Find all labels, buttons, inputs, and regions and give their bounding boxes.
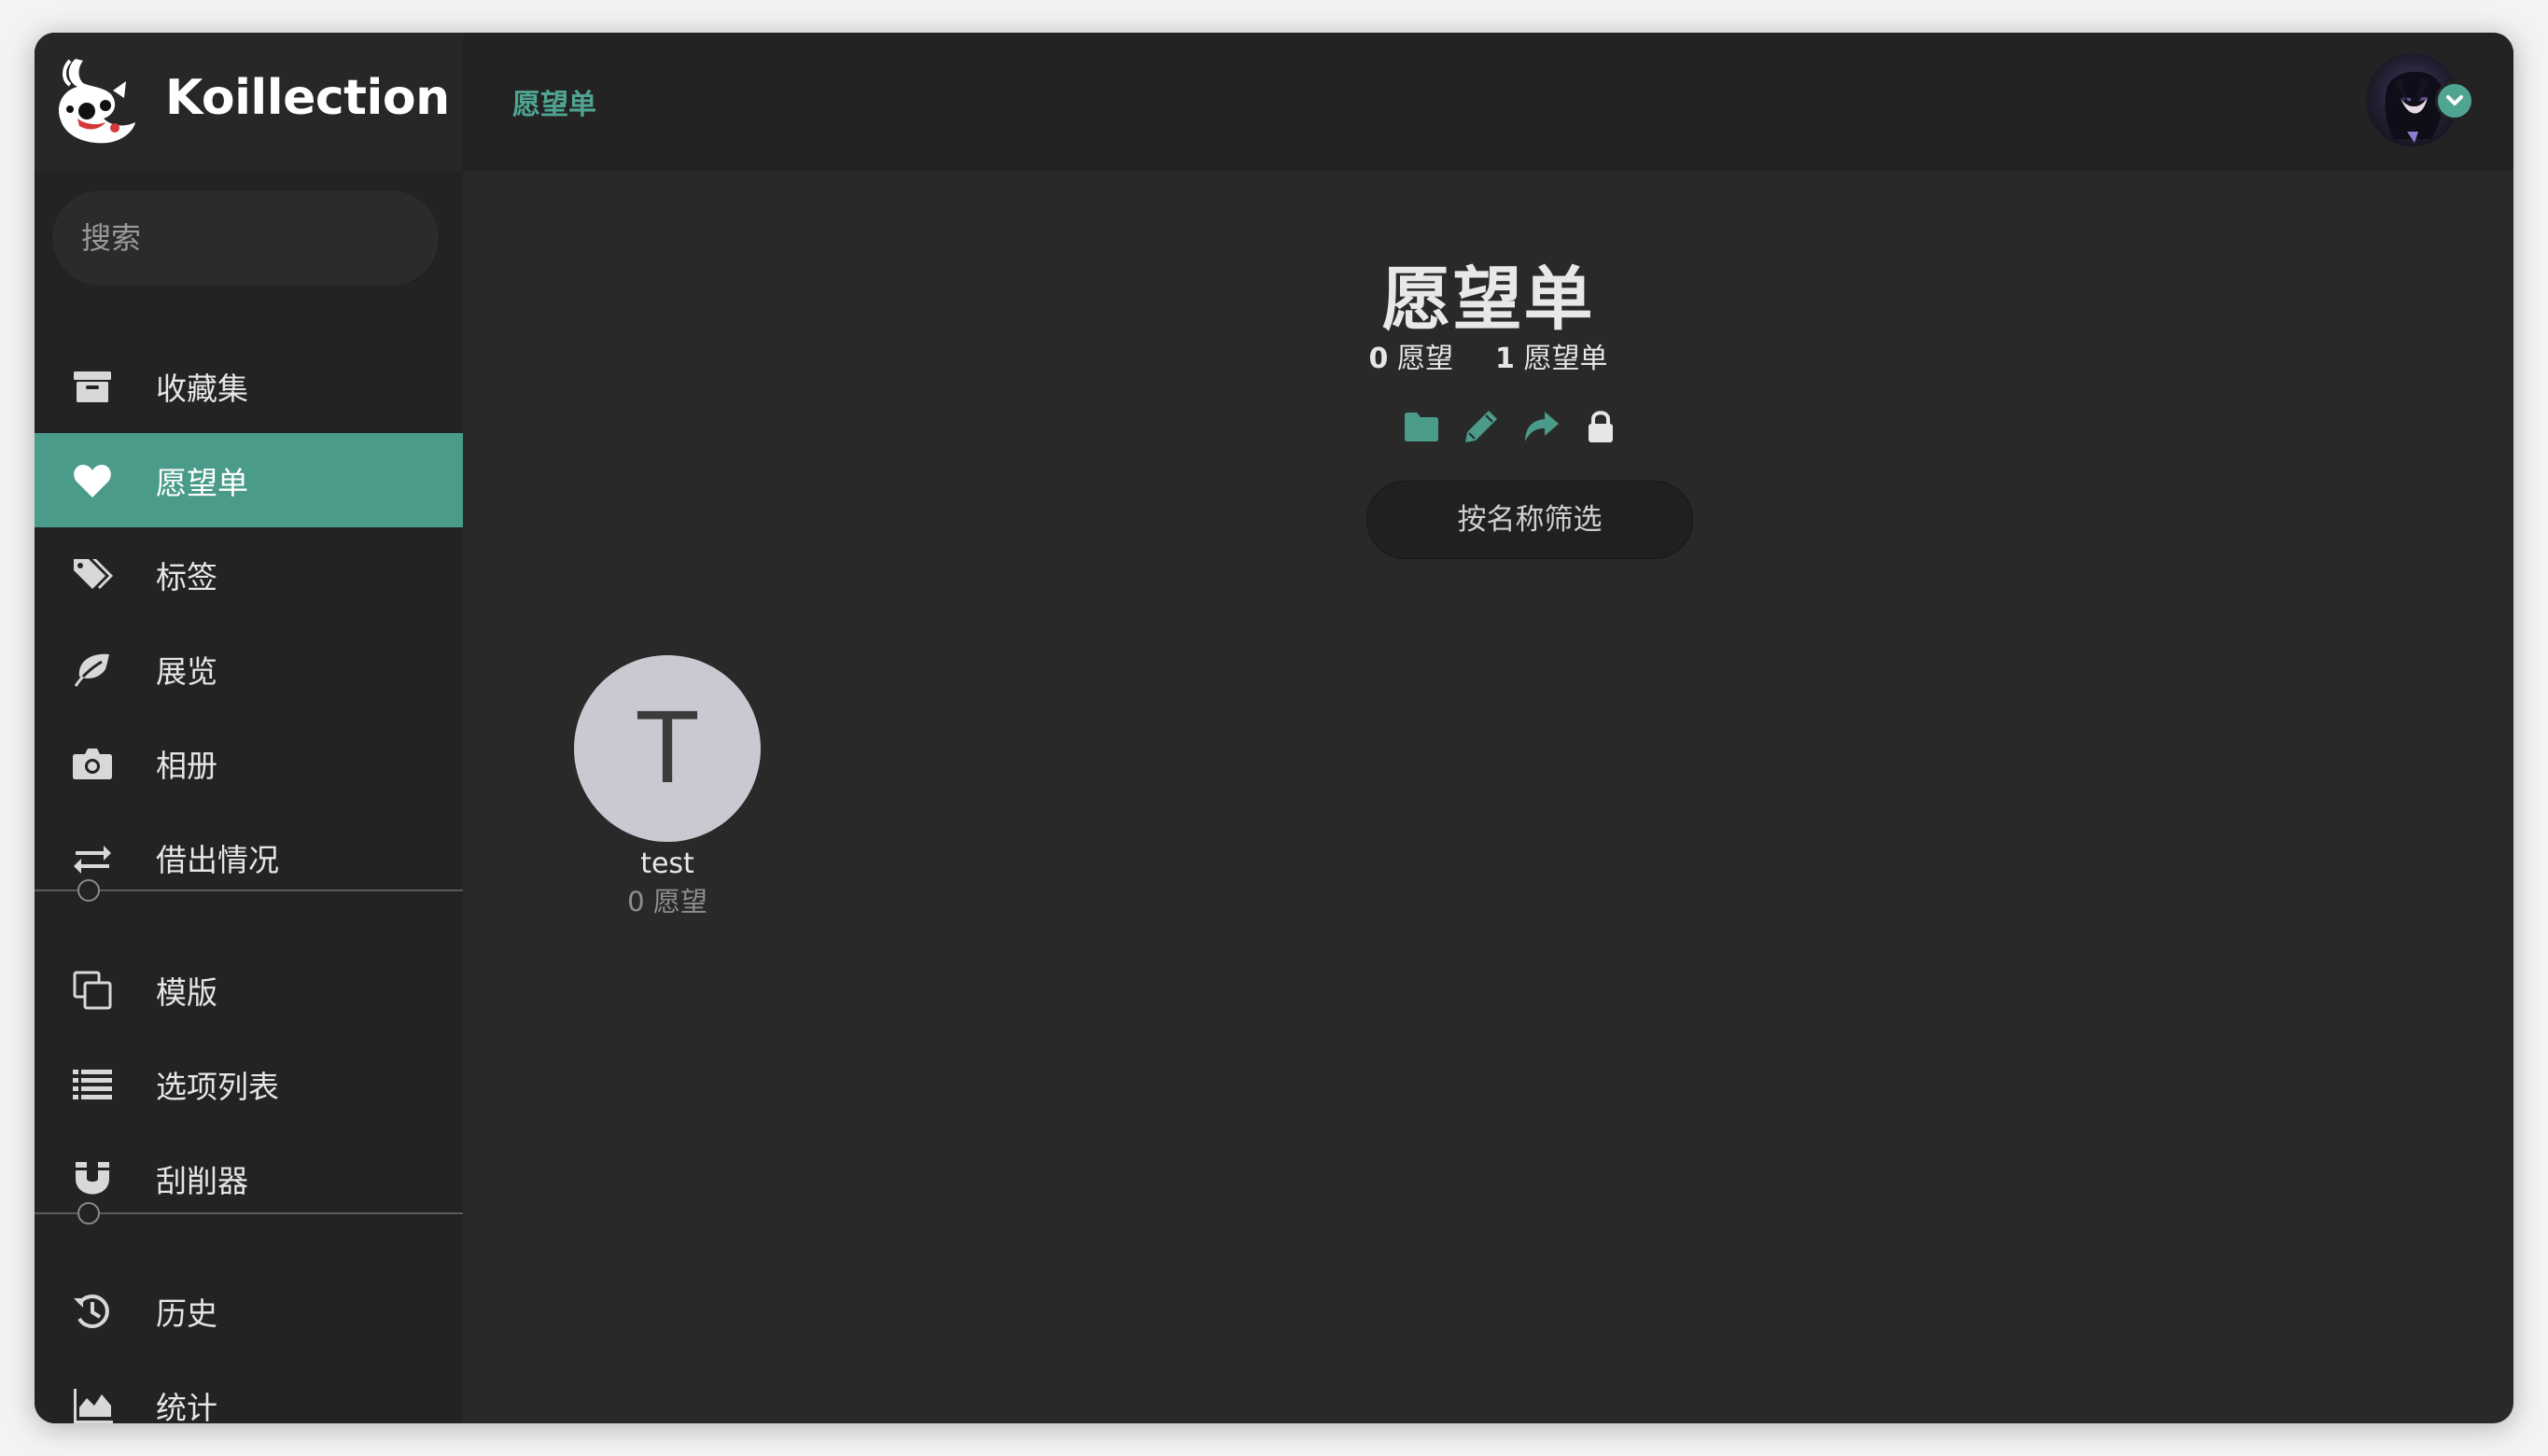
sidebar-item-statistics[interactable]: 统计	[35, 1358, 463, 1423]
sidebar-item-label: 刮削器	[156, 1162, 248, 1199]
magnet-icon	[76, 1161, 109, 1194]
sidebar-item-label: 收藏集	[156, 370, 248, 407]
wishlist-wish-count: 0 愿望	[627, 886, 707, 917]
sidebar-item-label: 愿望单	[156, 464, 248, 501]
leaf-icon	[74, 653, 109, 687]
top-header: 愿望单	[463, 33, 2513, 171]
pencil-icon[interactable]	[1463, 408, 1500, 445]
logo-row[interactable]: Koillection	[35, 33, 463, 171]
share-icon[interactable]	[1522, 408, 1560, 445]
sidebar-item-label: 借出情况	[156, 841, 279, 878]
camera-icon	[73, 748, 112, 779]
sidebar-item-history[interactable]: 历史	[35, 1264, 463, 1358]
divider-circle-icon	[77, 1202, 100, 1225]
chevron-down-icon	[2446, 95, 2463, 105]
sidebar-item-label: 统计	[156, 1389, 217, 1424]
divider-circle-icon	[77, 879, 100, 902]
sidebar-item-tags[interactable]: 标签	[35, 527, 463, 622]
app-window: Koillection 收藏集 愿望单 标	[35, 33, 2513, 1423]
area-chart-icon	[74, 1388, 113, 1423]
app-name: Koillection	[165, 70, 450, 126]
koi-logo-icon	[59, 59, 135, 144]
search-box[interactable]	[51, 189, 440, 287]
sidebar-item-albums[interactable]: 相册	[35, 716, 463, 810]
history-icon	[74, 1294, 109, 1328]
wishlist-card[interactable]: T test 0 愿望	[574, 655, 761, 919]
heart-icon	[74, 464, 111, 497]
sidebar: Koillection 收藏集 愿望单 标	[35, 33, 463, 1423]
user-menu[interactable]	[2366, 53, 2474, 150]
sidebar-item-label: 相册	[156, 747, 217, 784]
copy-icon	[73, 971, 112, 1009]
tags-icon	[74, 558, 113, 589]
sidebar-item-label: 模版	[156, 973, 217, 1011]
wishlist-name[interactable]: test	[574, 847, 761, 880]
wishlists-count: 1	[1495, 343, 1515, 375]
wishes-count-label: 愿望	[1396, 343, 1453, 375]
name-filter[interactable]	[1366, 481, 1693, 559]
archive-icon	[74, 371, 111, 402]
page-title: 愿望单	[1381, 259, 1595, 340]
search-input[interactable]	[51, 189, 440, 287]
sidebar-item-collections[interactable]: 收藏集	[35, 339, 463, 433]
sidebar-item-label: 标签	[156, 558, 217, 595]
sidebar-item-templates[interactable]: 模版	[35, 943, 463, 1037]
wishlist-counts: 0 愿望 1 愿望单	[463, 335, 2513, 376]
name-filter-input[interactable]	[1366, 481, 1693, 559]
sidebar-item-choice-lists[interactable]: 选项列表	[35, 1037, 463, 1131]
sidebar-item-label: 选项列表	[156, 1068, 279, 1105]
sidebar-item-exhibitions[interactable]: 展览	[35, 622, 463, 716]
sidebar-item-label: 展览	[156, 652, 217, 690]
sidebar-item-wishlists[interactable]: 愿望单	[35, 433, 463, 527]
main-content: 愿望单 0 愿望 1 愿望单 按名称筛选 T test 0 愿望	[463, 171, 2513, 1423]
exchange-icon	[74, 845, 111, 874]
sidebar-item-label: 历史	[156, 1295, 217, 1332]
action-bar	[1403, 408, 1619, 445]
dropdown-toggle[interactable]	[2435, 81, 2474, 120]
wishlists-count-label: 愿望单	[1523, 343, 1608, 375]
breadcrumb[interactable]: 愿望单	[512, 81, 596, 122]
list-icon	[73, 1069, 112, 1099]
folder-icon[interactable]	[1403, 408, 1440, 445]
wishlist-thumbnail[interactable]: T	[574, 655, 761, 842]
wishes-count: 0	[1368, 343, 1389, 375]
lock-icon[interactable]	[1582, 408, 1619, 445]
